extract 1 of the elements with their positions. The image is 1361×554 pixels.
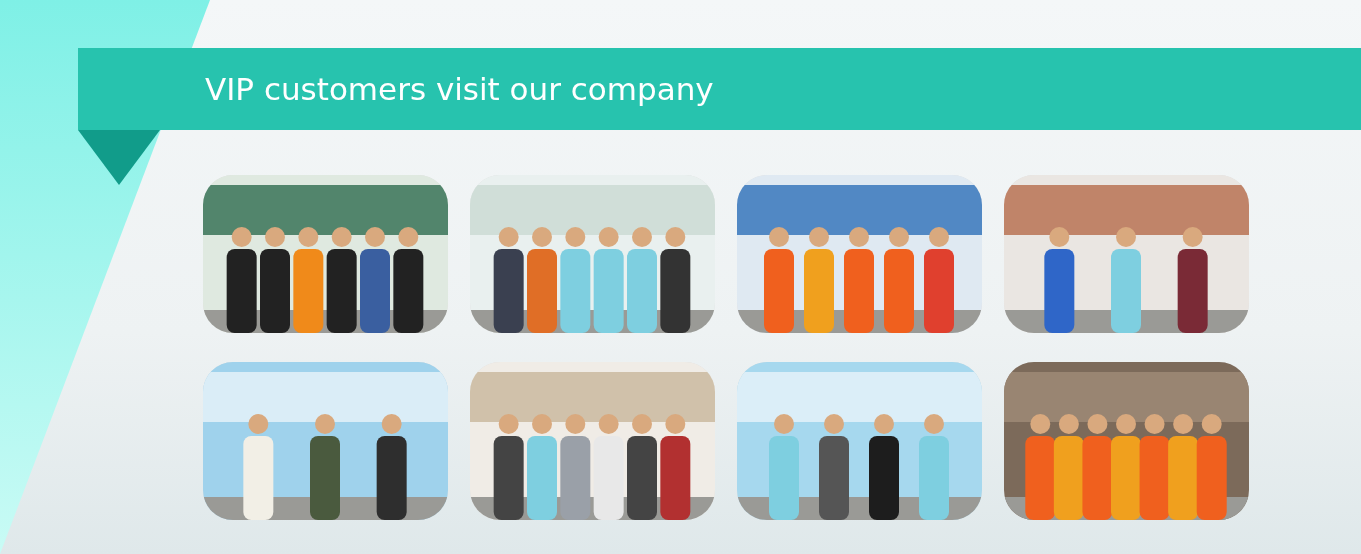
banner-title: VIP customers visit our company bbox=[205, 71, 714, 107]
